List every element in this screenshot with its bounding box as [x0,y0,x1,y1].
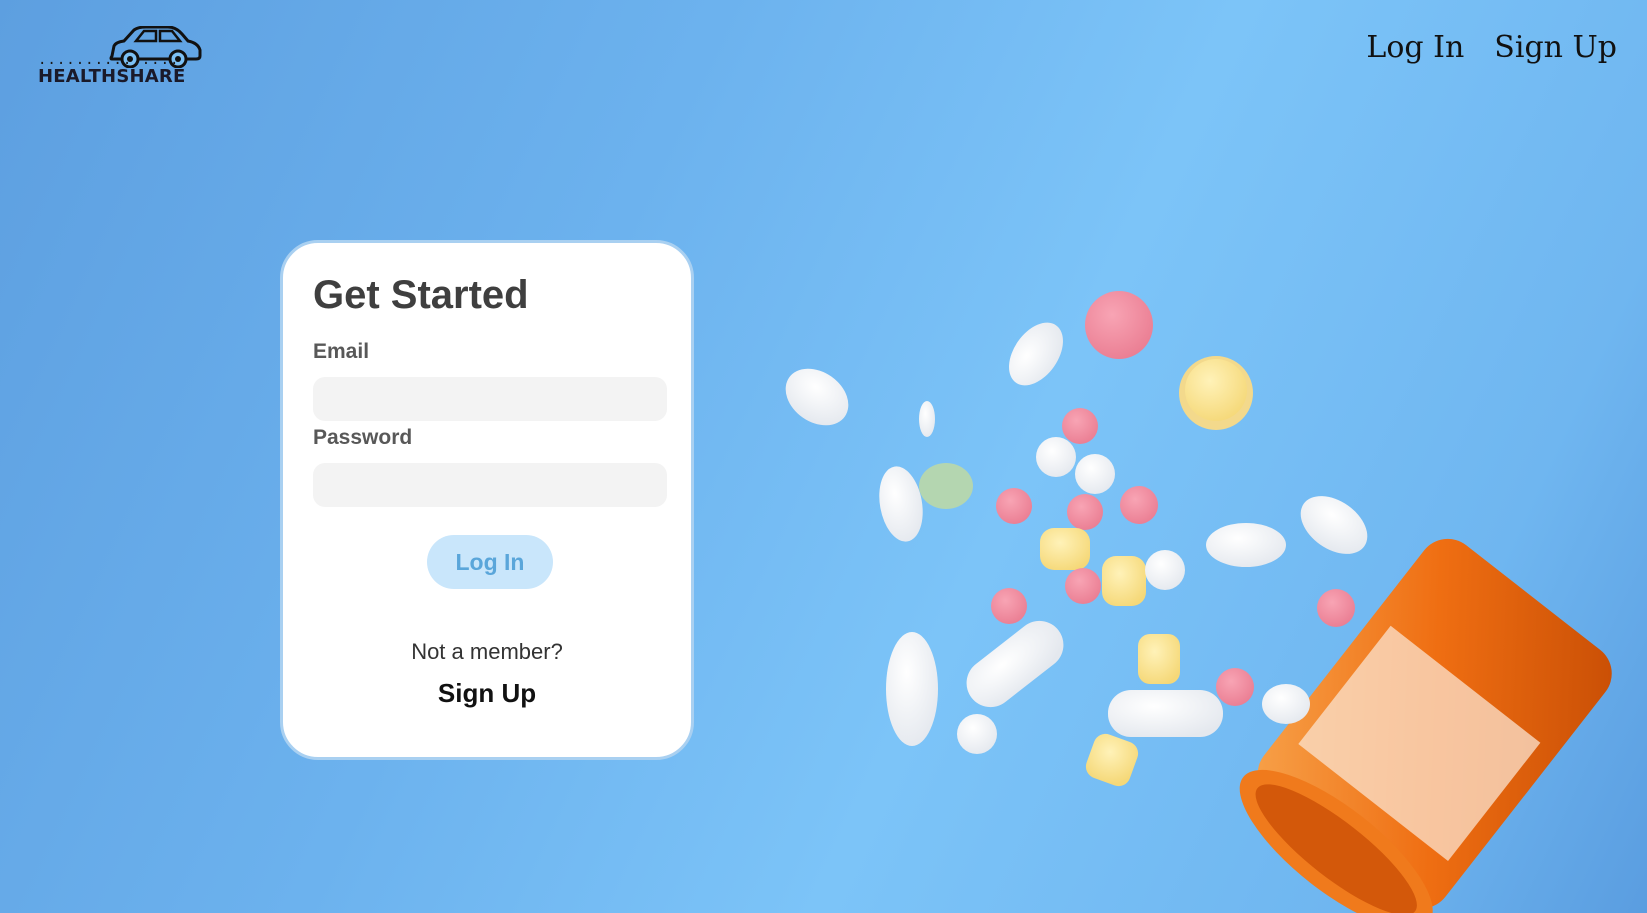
email-label: Email [313,340,370,363]
top-bar: ............... HEALTHSHARE Log In Sign … [0,0,1647,100]
brand-logo[interactable]: ............... HEALTHSHARE [36,26,206,90]
login-card: Get Started Email Password Log In Not a … [280,240,694,760]
pills-background-image [785,291,1612,913]
login-button[interactable]: Log In [427,535,553,589]
nav-login-link[interactable]: Log In [1366,30,1464,65]
not-member-text: Not a member? [411,639,563,664]
pill-bottle [1239,538,1612,913]
nav-signup-link[interactable]: Sign Up [1494,30,1617,65]
password-field[interactable] [313,463,667,507]
page-title: Get Started [313,273,529,317]
signup-link[interactable]: Sign Up [283,678,691,709]
top-nav: Log In Sign Up [1366,30,1617,65]
email-field[interactable] [313,377,667,421]
password-label: Password [313,426,413,449]
logo-dots: ............... [38,52,180,68]
brand-name: HEALTHSHARE [38,66,186,87]
